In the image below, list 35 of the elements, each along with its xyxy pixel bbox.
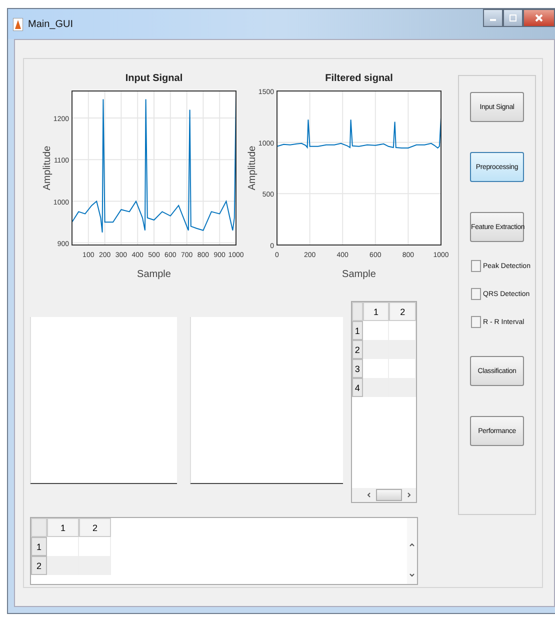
row-header: 1 [352,321,363,340]
column-header: 2 [389,302,416,321]
row-header: 2 [352,340,363,359]
table-cell [389,378,416,397]
minimize-button[interactable] [483,9,503,27]
table-corner [31,518,47,537]
row-header: 3 [352,359,363,378]
maximize-icon [509,14,517,22]
column-header: 1 [362,302,390,321]
table-cell [362,378,390,397]
checkbox[interactable] [471,288,481,300]
table-cell [47,556,79,575]
x-axis-label: Sample [137,269,171,280]
table-cell [362,340,390,359]
vertical-scrollbar[interactable] [407,518,417,584]
window-title: Main_GUI [28,18,74,30]
maximize-button[interactable] [503,9,523,27]
close-icon [534,13,544,23]
checkbox[interactable] [471,316,481,328]
column-header: 1 [47,518,79,537]
row-header: 4 [352,378,363,397]
row-header: 2 [31,556,47,575]
row-header: 1 [31,537,47,556]
column-header: 2 [79,518,111,537]
y-axis-label: Amplitude [247,146,258,190]
chart-title: Filtered signal [325,73,393,84]
table-cell [389,340,416,359]
close-button[interactable] [523,9,555,27]
table-corner [352,302,363,321]
checkbox[interactable] [471,260,481,272]
chart-title: Input Signal [125,73,183,84]
x-axis-label: Sample [342,269,376,280]
y-axis-label: Amplitude [42,146,53,190]
scroll-thumb[interactable] [376,489,402,501]
horizontal-scrollbar[interactable] [352,488,416,502]
